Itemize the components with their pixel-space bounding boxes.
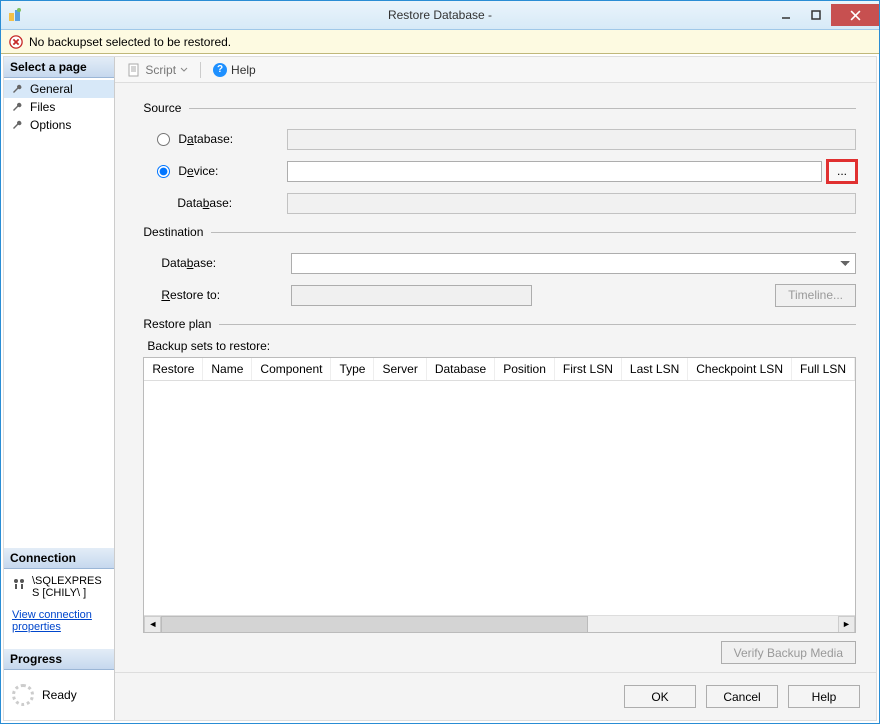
connection-text: \SQLEXPRESS [CHILY\ ]: [32, 575, 106, 599]
restore-to-input: [291, 285, 532, 306]
page-files[interactable]: Files: [4, 98, 114, 116]
source-device-radio[interactable]: [157, 165, 170, 178]
page-options[interactable]: Options: [4, 116, 114, 134]
script-button[interactable]: Script: [121, 61, 194, 79]
window-title: Restore Database -: [388, 8, 492, 22]
select-page-header: Select a page: [4, 57, 114, 78]
backup-sets-table[interactable]: Restore Name Component Type Server Datab…: [143, 357, 856, 633]
ok-button[interactable]: OK: [624, 685, 696, 708]
app-icon: [7, 7, 23, 23]
maximize-button[interactable]: [801, 4, 831, 26]
source-database-radio-label: Database:: [178, 132, 233, 146]
help-icon: ?: [213, 63, 227, 77]
scroll-left-icon[interactable]: ◄: [144, 616, 161, 633]
titlebar[interactable]: Restore Database -: [1, 1, 879, 30]
page-general[interactable]: General: [4, 80, 114, 98]
horizontal-scrollbar[interactable]: ◄ ►: [144, 615, 855, 632]
error-icon: [9, 35, 23, 49]
restore-database-window: Restore Database - No backupset selected…: [0, 0, 880, 724]
close-button[interactable]: [831, 4, 879, 26]
source-db-sublabel: Database:: [177, 196, 232, 210]
verify-backup-media-button: Verify Backup Media: [721, 641, 856, 664]
progress-status: Ready: [42, 688, 77, 702]
source-database-radio[interactable]: [157, 133, 170, 146]
wrench-icon: [12, 83, 24, 95]
source-db-subcombo: [287, 193, 856, 214]
dialog-footer: OK Cancel Help: [115, 672, 876, 720]
timeline-button: Timeline...: [775, 284, 856, 307]
backup-sets-label: Backup sets to restore:: [147, 339, 856, 353]
source-device-radio-label: Device:: [178, 164, 218, 178]
source-database-combo: [287, 129, 856, 150]
source-group: Source: [143, 101, 856, 115]
wrench-icon: [12, 119, 24, 131]
restore-plan-group: Restore plan: [143, 317, 856, 331]
page-label: Files: [30, 100, 55, 114]
dropdown-icon: [180, 66, 188, 74]
progress-header: Progress: [4, 649, 114, 670]
help-button[interactable]: ? Help: [207, 61, 262, 79]
connection-header: Connection: [4, 548, 114, 569]
source-device-input[interactable]: [287, 161, 822, 182]
progress-spinner-icon: [12, 684, 34, 706]
table-header: Restore Name Component Type Server Datab…: [144, 358, 855, 381]
notice-text: No backupset selected to be restored.: [29, 35, 231, 49]
sidebar: Select a page General Files Options Conn…: [4, 57, 115, 720]
destination-group: Destination: [143, 225, 856, 239]
page-label: Options: [30, 118, 71, 132]
script-icon: [127, 63, 141, 77]
view-connection-properties-link[interactable]: View connection properties: [12, 609, 106, 633]
main-panel: Script ? Help Source Database: Device:: [115, 57, 876, 720]
wrench-icon: [12, 101, 24, 113]
scroll-right-icon[interactable]: ►: [838, 616, 855, 633]
server-icon: [12, 577, 26, 591]
help-footer-button[interactable]: Help: [788, 685, 860, 708]
minimize-button[interactable]: [771, 4, 801, 26]
cancel-button[interactable]: Cancel: [706, 685, 778, 708]
dest-database-combo[interactable]: [291, 253, 856, 274]
notice-bar: No backupset selected to be restored.: [1, 30, 879, 54]
dest-database-label: Database:: [161, 256, 216, 270]
page-label: General: [30, 82, 73, 96]
browse-device-button[interactable]: ...: [828, 161, 856, 182]
dest-restore-to-label: Restore to:: [161, 288, 220, 302]
toolbar: Script ? Help: [115, 57, 876, 83]
scroll-thumb[interactable]: [161, 616, 587, 633]
